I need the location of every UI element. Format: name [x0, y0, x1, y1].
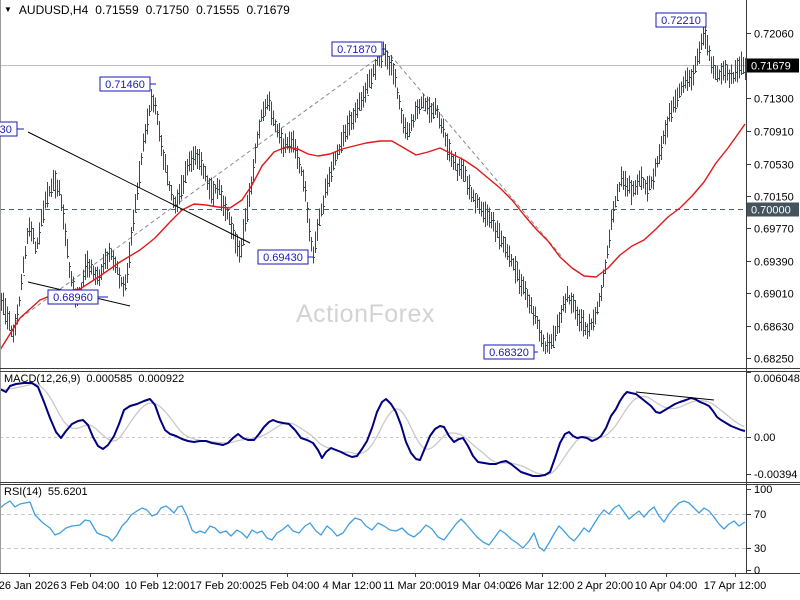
trendline	[27, 131, 251, 244]
macd-signal-value: 0.000922	[138, 373, 185, 385]
annotation-label: 0.70930	[0, 124, 12, 136]
indicator-tick-label: 0	[754, 565, 760, 577]
price-tick-label: 0.69770	[754, 224, 794, 236]
rsi-indicator-label: RSI(14) 55.6201	[4, 486, 88, 498]
time-tick-label: 17 Apr 12:00	[704, 580, 766, 592]
indicator-tick-label: 0.006048	[754, 373, 800, 385]
symbol-label: AUDUSD,H4	[18, 3, 89, 17]
rsi-line	[0, 500, 746, 552]
indicator-tick-label: -0.00394	[754, 469, 797, 481]
price-tick-label: 0.69390	[754, 257, 794, 269]
time-tick-label: 26 Jan 2026	[0, 580, 59, 592]
time-tick-label: 19 Mar 04:00	[447, 580, 512, 592]
indicator-tick-label: 30	[754, 543, 766, 555]
macd-main-value: 0.000585	[86, 373, 133, 385]
time-tick-label: 4 Mar 12:00	[323, 580, 382, 592]
moving-average-line	[0, 123, 746, 351]
macd-main-line	[0, 382, 746, 477]
open-value: 0.71559	[95, 3, 139, 17]
dashed-trendline	[385, 49, 564, 259]
price-tick-label: 0.71300	[754, 94, 794, 106]
chart-window: ActionForex 0.709300.714600.718700.72210…	[0, 0, 800, 600]
price-tick-label: 0.70150	[754, 192, 794, 204]
price-axis[interactable]: 0.72060 0.71300 0.70910 0.70530 0.70150 0.697…	[746, 29, 800, 578]
background-layer	[0, 49, 746, 549]
annotation-label: 0.71870	[337, 44, 377, 56]
indicator-tick-label: 100	[754, 484, 772, 496]
time-tick-label: 17 Feb 20:00	[190, 580, 255, 592]
level-price-value: 0.70000	[751, 205, 791, 217]
macd-indicator-label: MACD(12,26,9) 0.000585 0.000922	[4, 373, 184, 385]
price-bars	[1, 22, 747, 355]
macd-name: MACD(12,26,9)	[4, 373, 81, 385]
price-tick-label: 0.68630	[754, 322, 794, 334]
macd-trendline	[635, 391, 715, 401]
time-tick-label: 25 Feb 04:00	[255, 580, 320, 592]
price-tick-label: 0.70910	[754, 127, 794, 139]
time-tick-label: 10 Feb 12:00	[125, 580, 190, 592]
symbol-dropdown-icon[interactable]: ▼	[4, 4, 12, 16]
rsi-name: RSI(14)	[4, 486, 42, 498]
annotations: 0.70930 0.71460 0.71870 0.72210 0.69430 0.689…	[0, 12, 707, 360]
price-tick-label: 0.68250	[754, 354, 794, 366]
time-tick-label: 2 Apr 20:00	[577, 580, 633, 592]
time-axis[interactable]: 26 Jan 2026 3 Feb 04:00 10 Feb 12:00 17 Feb…	[0, 573, 766, 592]
close-value: 0.71679	[246, 3, 290, 17]
time-tick-label: 11 Mar 20:00	[383, 580, 447, 592]
time-tick-label: 10 Apr 04:00	[635, 580, 697, 592]
time-tick-label: 26 Mar 12:00	[510, 580, 575, 592]
price-tick-label: 0.70530	[754, 160, 794, 172]
annotation-label: 0.69430	[263, 252, 303, 264]
low-value: 0.71555	[196, 3, 240, 17]
chart-canvas[interactable]: 0.70930 0.71460 0.71870 0.72210 0.69430 0.689…	[0, 0, 800, 600]
price-tick-label: 0.69010	[754, 289, 794, 301]
annotation-label: 0.68320	[489, 347, 529, 359]
rsi-value: 55.6201	[47, 486, 88, 498]
dashed-trendline	[14, 51, 387, 323]
high-value: 0.71750	[145, 3, 190, 17]
annotation-label: 0.72210	[661, 15, 701, 27]
annotation-label: 0.68960	[53, 292, 93, 304]
indicator-tick-label: 70	[754, 509, 766, 521]
price-tick-label: 0.72060	[754, 29, 794, 41]
time-tick-label: 3 Feb 04:00	[61, 580, 120, 592]
current-price-value: 0.71679	[751, 61, 791, 73]
annotation-label: 0.71460	[105, 79, 145, 91]
indicator-tick-label: 0.00	[754, 432, 775, 444]
symbol-header: ▼ AUDUSD,H4 0.71559 0.71750 0.71555 0.71…	[4, 3, 290, 17]
